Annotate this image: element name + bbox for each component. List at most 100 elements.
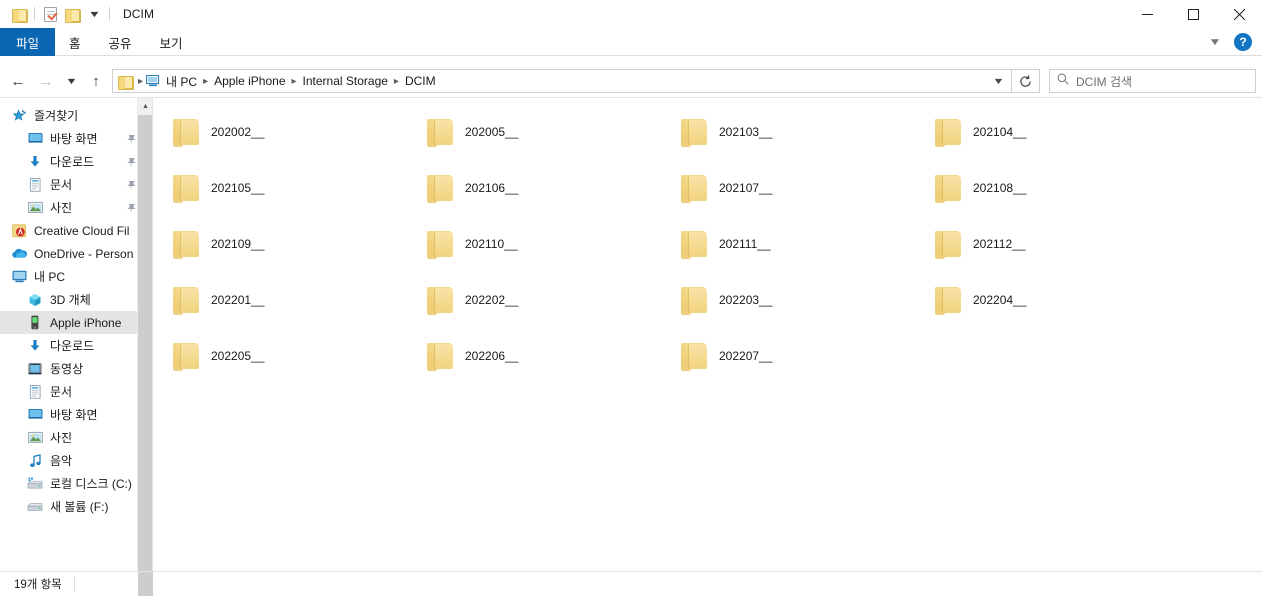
sidebar-item-this-pc[interactable]: 내 PC	[0, 265, 138, 288]
folder-icon	[419, 229, 463, 259]
sidebar-scrollbar[interactable]: ▲	[137, 98, 152, 571]
toolbar-divider	[34, 7, 35, 21]
sidebar-item-apple-iphone[interactable]: Apple iPhone	[0, 311, 138, 334]
search-box[interactable]: DCIM 검색	[1049, 69, 1256, 93]
3d-objects-icon	[26, 292, 44, 308]
sidebar-item-desktop-pc[interactable]: 바탕 화면	[0, 403, 138, 426]
pictures-icon	[26, 200, 44, 216]
refresh-button[interactable]	[1012, 69, 1040, 93]
window-controls	[1124, 0, 1262, 28]
status-divider	[73, 577, 75, 591]
sidebar-item-onedrive[interactable]: OneDrive - Person	[0, 242, 138, 265]
list-item[interactable]: 202111__	[669, 216, 923, 272]
close-button[interactable]	[1216, 0, 1262, 28]
creative-cloud-icon	[10, 223, 28, 239]
sidebar-item-label: 즐겨찾기	[34, 109, 79, 123]
sidebar-item-label: 다운로드	[50, 339, 95, 353]
list-item[interactable]: 202201__	[161, 272, 415, 328]
sidebar-item-documents-pc[interactable]: 문서	[0, 380, 138, 403]
tab-file[interactable]: 파일	[0, 28, 56, 56]
list-item[interactable]: 202107__	[669, 160, 923, 216]
sidebar-item-label: 사진	[50, 431, 73, 445]
breadcrumb-bar[interactable]: ▸ 내 PC ▸ Apple iPhone ▸ Internal Storage…	[112, 69, 1012, 93]
minimize-button[interactable]	[1124, 0, 1170, 28]
search-icon	[1057, 72, 1069, 90]
sidebar-item-downloads[interactable]: 다운로드	[0, 150, 138, 173]
sidebar-item-label: 문서	[50, 385, 73, 399]
folder-icon	[927, 173, 971, 203]
breadcrumb-item-0[interactable]: 내 PC	[163, 73, 200, 90]
list-item[interactable]: 202108__	[923, 160, 1177, 216]
folder-icon	[673, 341, 717, 371]
scroll-up-button[interactable]: ▲	[138, 98, 152, 115]
sidebar-item-pictures[interactable]: 사진	[0, 196, 138, 219]
properties-icon[interactable]	[39, 3, 61, 25]
list-item[interactable]: 202202__	[415, 272, 669, 328]
list-item[interactable]: 202106__	[415, 160, 669, 216]
sidebar-item-creative-cloud[interactable]: Creative Cloud Fil	[0, 219, 138, 242]
list-item[interactable]: 202104__	[923, 104, 1177, 160]
up-button[interactable]: ↑	[82, 68, 110, 94]
sidebar-item-label: 다운로드	[50, 155, 95, 169]
maximize-button[interactable]	[1170, 0, 1216, 28]
tab-share[interactable]: 공유	[95, 28, 146, 56]
breadcrumb-dropdown-icon[interactable]: ▼	[985, 70, 1011, 92]
sidebar-item-new-volume-f[interactable]: 새 볼륨 (F:)	[0, 495, 138, 518]
item-name: 202109__	[211, 237, 265, 251]
sidebar-item-desktop[interactable]: 바탕 화면	[0, 127, 138, 150]
breadcrumb-item-3[interactable]: DCIM	[402, 74, 439, 88]
sidebar-tree: 즐겨찾기 바탕 화면 다운로드 문서 사진 Creative Cloud Fil…	[0, 98, 138, 571]
sidebar-item-pictures-pc[interactable]: 사진	[0, 426, 138, 449]
sidebar-item-documents[interactable]: 문서	[0, 173, 138, 196]
breadcrumb-item-1[interactable]: Apple iPhone	[211, 74, 288, 88]
item-name: 202112__	[973, 237, 1026, 251]
sidebar-item-label: 바탕 화면	[50, 408, 98, 422]
item-name: 202103__	[719, 125, 773, 139]
list-item[interactable]: 202206__	[415, 328, 669, 384]
list-item[interactable]: 202203__	[669, 272, 923, 328]
breadcrumb-separator[interactable]: ▸	[289, 76, 300, 87]
sidebar-item-3d-objects[interactable]: 3D 개체	[0, 288, 138, 311]
item-name: 202002__	[211, 125, 265, 139]
list-item[interactable]: 202110__	[415, 216, 669, 272]
list-item[interactable]: 202105__	[161, 160, 415, 216]
list-item[interactable]: 202112__	[923, 216, 1177, 272]
item-count-label: 19개 항목	[14, 579, 62, 591]
help-icon[interactable]: ?	[1234, 33, 1252, 51]
list-item[interactable]: 202002__	[161, 104, 415, 160]
list-item[interactable]: 202204__	[923, 272, 1177, 328]
search-input[interactable]: DCIM 검색	[1076, 73, 1132, 90]
customize-chevron-icon[interactable]: ▼	[83, 3, 105, 25]
recent-locations-icon[interactable]: ▼	[60, 68, 82, 94]
back-button[interactable]: ←	[4, 68, 32, 94]
documents-icon	[26, 384, 44, 400]
tab-home[interactable]: 홈	[55, 28, 95, 56]
ribbon-tab-bar: 파일 홈 공유 보기 ▼ ?	[0, 28, 1262, 56]
sidebar-item-local-disk-c[interactable]: 로컬 디스크 (C:)	[0, 472, 138, 495]
tab-view[interactable]: 보기	[146, 28, 197, 56]
file-list-view[interactable]: 202002__ 202005__ 202103__ 202104__ 2021…	[153, 98, 1262, 571]
item-name: 202111__	[719, 237, 771, 251]
breadcrumb-separator[interactable]: ▸	[200, 76, 211, 87]
videos-icon	[26, 361, 44, 377]
item-name: 202105__	[211, 181, 265, 195]
sidebar-item-downloads-pc[interactable]: 다운로드	[0, 334, 138, 357]
new-folder-icon[interactable]	[61, 3, 83, 25]
list-item[interactable]: 202205__	[161, 328, 415, 384]
list-item[interactable]: 202005__	[415, 104, 669, 160]
list-item[interactable]: 202207__	[669, 328, 923, 384]
chevron-down-icon[interactable]: ▼	[1200, 37, 1231, 48]
breadcrumb-separator[interactable]: ▸	[391, 76, 402, 87]
sidebar-item-favorites[interactable]: 즐겨찾기	[0, 104, 138, 127]
sidebar-item-videos[interactable]: 동영상	[0, 357, 138, 380]
item-name: 202206__	[465, 349, 519, 363]
list-item[interactable]: 202103__	[669, 104, 923, 160]
forward-button[interactable]: →	[32, 68, 60, 94]
list-item[interactable]: 202109__	[161, 216, 415, 272]
folder-icon[interactable]	[8, 3, 30, 25]
scrollbar-thumb[interactable]	[138, 115, 152, 571]
breadcrumb-item-2[interactable]: Internal Storage	[300, 74, 391, 88]
sidebar-item-label: 3D 개체	[50, 293, 91, 307]
sidebar-item-label: 새 볼륨 (F:)	[50, 500, 109, 514]
sidebar-item-music[interactable]: 음악	[0, 449, 138, 472]
